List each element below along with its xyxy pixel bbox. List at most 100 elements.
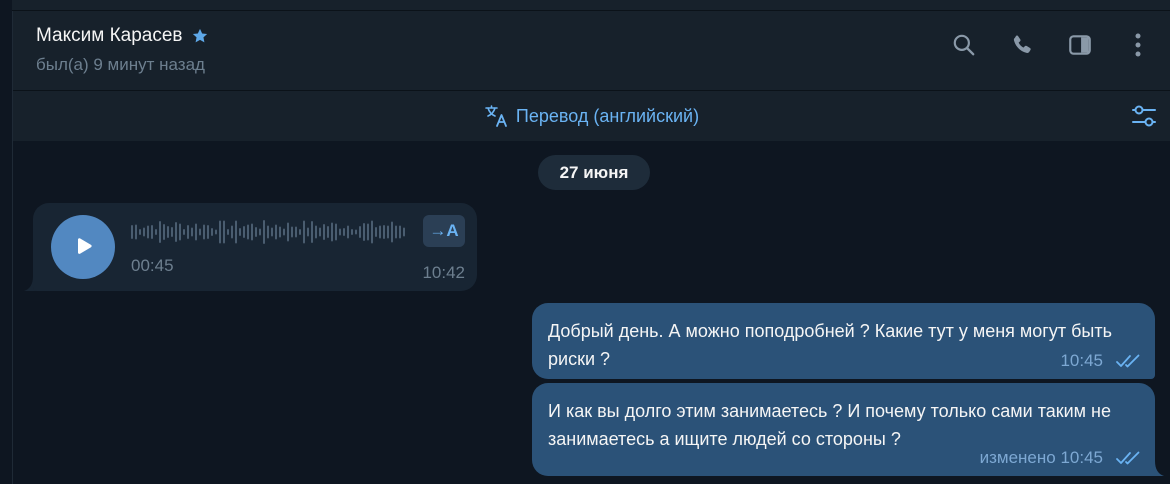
more-menu-button[interactable]: [1124, 31, 1152, 59]
waveform-bar: [187, 225, 189, 239]
waveform-bar: [379, 225, 381, 239]
waveform-bar: [335, 223, 337, 241]
waveform-bar: [239, 228, 241, 236]
waveform-bar: [375, 227, 377, 237]
translate-bar: Перевод (английский): [13, 91, 1170, 141]
waveform-bar: [191, 227, 193, 237]
waveform-bar: [231, 225, 233, 239]
waveform-bar: [219, 220, 221, 244]
waveform-bar: [163, 224, 165, 240]
header-actions: [950, 31, 1170, 59]
waveform-bar: [243, 226, 245, 238]
translate-toggle[interactable]: Перевод (английский): [13, 103, 1170, 129]
edited-label: изменено: [979, 448, 1056, 467]
message-time: 10:42: [422, 263, 465, 282]
more-vertical-icon: [1135, 33, 1141, 57]
message-time: 10:45: [1060, 448, 1103, 467]
waveform-bar: [139, 229, 141, 235]
search-icon: [953, 34, 975, 56]
search-button[interactable]: [950, 31, 978, 59]
message-edited-label: изменено 10:45: [980, 448, 1103, 468]
waveform-bar: [359, 226, 361, 238]
chat-name[interactable]: Максим Карасев: [36, 25, 183, 47]
waveform-bar: [399, 225, 401, 239]
waveform-bar: [131, 225, 133, 239]
waveform-bar: [403, 227, 405, 237]
waveform-bar: [387, 225, 389, 239]
chat-header[interactable]: Максим Карасев был(а) 9 минут назад: [13, 11, 1170, 91]
waveform-bar: [299, 229, 301, 235]
outgoing-message[interactable]: И как вы долго этим занимаетесь ? И поче…: [532, 383, 1155, 476]
phone-icon: [1013, 35, 1031, 54]
voice-duration: 00:45: [131, 256, 174, 275]
star-icon: [192, 28, 207, 43]
waveform-bar: [311, 221, 313, 243]
waveform-bar: [135, 224, 137, 240]
waveform-bar: [247, 224, 249, 240]
waveform-bar: [303, 220, 305, 244]
sidebar-toggle-button[interactable]: [1066, 31, 1094, 59]
waveform-bar: [347, 225, 349, 239]
waveform-bar: [295, 226, 297, 238]
left-panel-edge: [0, 0, 13, 484]
waveform-bar: [183, 229, 185, 235]
chat-title-row[interactable]: Максим Карасев: [36, 25, 209, 47]
waveform-bar: [263, 220, 265, 244]
call-button[interactable]: [1008, 31, 1036, 59]
waveform-bar: [291, 226, 293, 238]
waveform-bar: [259, 228, 261, 236]
message-text: И как вы долго этим занимаетесь ? И поче…: [548, 401, 1112, 449]
waveform-bar: [287, 222, 289, 242]
waveform-bar: [383, 225, 385, 239]
waveform-bar: [351, 229, 353, 235]
chat-window: Максим Карасев был(а) 9 минут назад Пере…: [0, 0, 1170, 484]
waveform-bar: [275, 224, 277, 240]
waveform-bar: [279, 226, 281, 238]
waveform-bar: [395, 225, 397, 239]
voice-waveform[interactable]: [131, 219, 407, 245]
waveform-bar: [171, 227, 173, 237]
waveform-bar: [147, 225, 149, 239]
waveform-bar: [391, 221, 393, 243]
message-meta: изменено 10:45: [980, 448, 1143, 468]
waveform-bar: [207, 225, 209, 239]
chat-last-seen: был(а) 9 минут назад: [36, 55, 205, 74]
waveform-bar: [371, 220, 373, 244]
waveform-bar: [203, 224, 205, 240]
waveform-bar: [323, 224, 325, 240]
waveform-bar: [167, 226, 169, 238]
translate-settings-button[interactable]: [1130, 102, 1158, 130]
outgoing-message[interactable]: Добрый день. А можно поподробней ? Какие…: [532, 303, 1155, 379]
waveform-bar: [155, 229, 157, 235]
waveform-bar: [175, 222, 177, 242]
double-check-icon: [1116, 354, 1140, 368]
waveform-bar: [307, 227, 309, 237]
waveform-bar: [367, 223, 369, 241]
waveform-bar: [255, 227, 257, 237]
transcribe-button[interactable]: →A: [423, 215, 465, 247]
waveform-bar: [143, 227, 145, 237]
waveform-bar: [271, 227, 273, 237]
translate-icon: [485, 105, 507, 127]
waveform-bar: [251, 223, 253, 241]
waveform-bar: [267, 225, 269, 239]
waveform-bar: [363, 223, 365, 241]
waveform-bar: [327, 226, 329, 238]
date-separator: 27 июня: [538, 155, 650, 190]
waveform-bar: [151, 225, 153, 239]
waveform-bar: [211, 228, 213, 236]
waveform-bar: [215, 229, 217, 235]
settings-sliders-icon: [1132, 105, 1156, 127]
waveform-bar: [331, 222, 333, 242]
waveform-bar: [315, 225, 317, 239]
waveform-bar: [223, 220, 225, 244]
waveform-bar: [179, 223, 181, 241]
waveform-bar: [199, 228, 201, 236]
voice-message[interactable]: 00:45 →A 10:42: [33, 203, 477, 291]
play-icon: [78, 238, 92, 254]
window-top-strip: [12, 0, 1170, 11]
waveform-bar: [159, 221, 161, 243]
play-button[interactable]: [51, 215, 115, 279]
waveform-bar: [339, 228, 341, 236]
translate-label: Перевод (английский): [515, 105, 700, 126]
